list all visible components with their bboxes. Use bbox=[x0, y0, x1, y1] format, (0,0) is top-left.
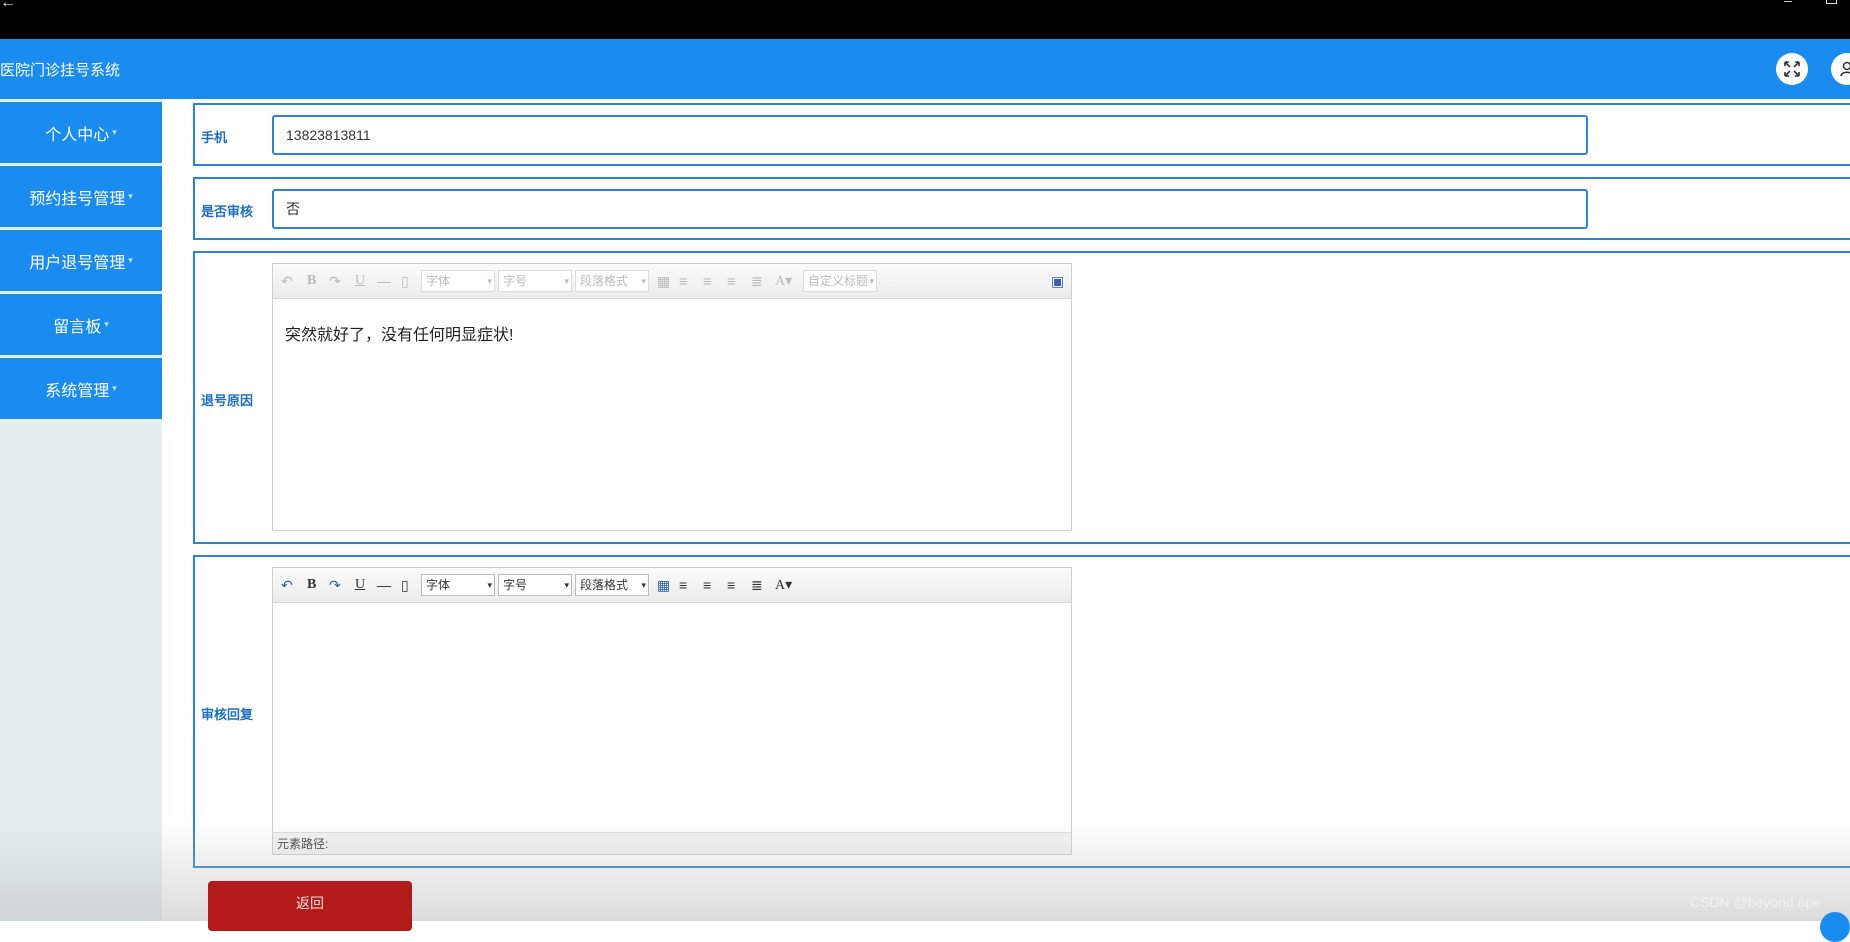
sidebar-item-appointment-management[interactable]: 预约挂号管理▾ bbox=[0, 166, 162, 227]
form-row-reviewed: 是否审核 否 bbox=[193, 177, 1850, 240]
reviewed-label: 是否审核 bbox=[201, 201, 253, 220]
form-row-reason: 退号原因 ↶ B ↷ U — ▯ 字体 字号 段落格式 ▦ ≡ ≡ ≡ ≣ A▾… bbox=[193, 251, 1850, 544]
align-center-icon[interactable]: ≡ bbox=[727, 273, 735, 289]
reply-editor[interactable]: ↶ B ↷ U — ▯ 字体 字号 段落格式 ▦ ≡ ≡ ≡ ≣ A▾ 元素路径… bbox=[272, 567, 1072, 855]
underline-icon[interactable]: U bbox=[355, 577, 365, 593]
reason-content[interactable]: 突然就好了，没有任何明显症状! bbox=[273, 299, 1071, 367]
paragraph-format-select[interactable]: 段落格式 bbox=[575, 270, 649, 292]
table-icon[interactable]: ▦ bbox=[657, 273, 670, 290]
window-title-bar: ← – bbox=[0, 0, 1850, 39]
reason-editor-toolbar: ↶ B ↷ U — ▯ 字体 字号 段落格式 ▦ ≡ ≡ ≡ ≣ A▾ 自定义标… bbox=[273, 264, 1071, 299]
phone-field[interactable]: 13823813811 bbox=[272, 115, 1588, 155]
caret-down-icon: ▾ bbox=[112, 127, 117, 138]
horizontal-rule-icon[interactable]: — bbox=[377, 273, 391, 289]
font-color-icon[interactable]: A▾ bbox=[775, 577, 792, 594]
form-row-reply: 审核回复 ↶ B ↷ U — ▯ 字体 字号 段落格式 ▦ ≡ ≡ ≡ ≣ A▾… bbox=[193, 555, 1850, 868]
back-arrow-icon[interactable]: ← bbox=[0, 0, 16, 12]
table-icon[interactable]: ▦ bbox=[657, 577, 670, 594]
font-color-icon[interactable]: A▾ bbox=[775, 273, 792, 290]
form-row-phone: 手机 13823813811 bbox=[193, 103, 1850, 166]
font-size-select[interactable]: 字号 bbox=[498, 270, 572, 292]
sidebar-item-label: 用户退号管理 bbox=[29, 249, 125, 273]
caret-down-icon: ▾ bbox=[104, 319, 109, 330]
align-center-icon[interactable]: ≡ bbox=[727, 577, 735, 593]
fullscreen-button[interactable] bbox=[1776, 53, 1808, 85]
floating-action-icon[interactable] bbox=[1820, 912, 1850, 942]
sidebar-item-label: 个人中心 bbox=[45, 121, 109, 145]
font-family-select[interactable]: 字体 bbox=[421, 270, 495, 292]
redo-icon[interactable]: ↷ bbox=[329, 273, 341, 290]
watermark: CSDN @beyond.ape bbox=[1690, 894, 1821, 910]
sidebar-item-personal-center[interactable]: 个人中心▾ bbox=[0, 102, 162, 163]
sidebar: 个人中心▾ 预约挂号管理▾ 用户退号管理▾ 留言板▾ 系统管理▾ bbox=[0, 99, 162, 921]
back-button[interactable]: 返回 bbox=[208, 881, 412, 931]
horizontal-rule-icon[interactable]: — bbox=[377, 577, 391, 593]
top-navbar: 医院门诊挂号系统 bbox=[0, 39, 1850, 99]
app-title: 医院门诊挂号系统 bbox=[0, 59, 120, 80]
underline-icon[interactable]: U bbox=[355, 273, 365, 289]
caret-down-icon: ▾ bbox=[128, 255, 133, 266]
element-path-bar: 元素路径: bbox=[273, 832, 1071, 854]
expand-icon bbox=[1783, 60, 1801, 78]
font-family-select[interactable]: 字体 bbox=[421, 574, 495, 596]
document-icon[interactable]: ▯ bbox=[401, 577, 409, 594]
undo-icon[interactable]: ↶ bbox=[281, 577, 293, 594]
paragraph-format-select[interactable]: 段落格式 bbox=[575, 574, 649, 596]
undo-icon[interactable]: ↶ bbox=[281, 273, 293, 290]
justify-icon[interactable]: ≣ bbox=[751, 273, 763, 290]
minimize-icon[interactable]: – bbox=[1784, 0, 1792, 8]
user-icon bbox=[1838, 60, 1850, 78]
sidebar-item-system-management[interactable]: 系统管理▾ bbox=[0, 358, 162, 419]
align-left-icon[interactable]: ≡ bbox=[679, 273, 687, 289]
sidebar-item-message-board[interactable]: 留言板▾ bbox=[0, 294, 162, 355]
redo-icon[interactable]: ↷ bbox=[329, 577, 341, 594]
align-right-icon[interactable]: ≡ bbox=[703, 273, 711, 289]
align-right-icon[interactable]: ≡ bbox=[703, 577, 711, 593]
justify-icon[interactable]: ≣ bbox=[751, 577, 763, 594]
custom-heading-select[interactable]: 自定义标题 bbox=[803, 270, 877, 292]
preview-icon[interactable]: ▣ bbox=[1051, 273, 1064, 290]
reviewed-field[interactable]: 否 bbox=[272, 189, 1588, 229]
bold-icon[interactable]: B bbox=[307, 577, 316, 593]
align-left-icon[interactable]: ≡ bbox=[679, 577, 687, 593]
document-icon[interactable]: ▯ bbox=[401, 273, 409, 290]
reply-editor-toolbar: ↶ B ↷ U — ▯ 字体 字号 段落格式 ▦ ≡ ≡ ≡ ≣ A▾ bbox=[273, 568, 1071, 603]
sidebar-item-label: 留言板 bbox=[53, 313, 101, 337]
reply-label: 审核回复 bbox=[201, 704, 253, 723]
sidebar-item-cancellation-management[interactable]: 用户退号管理▾ bbox=[0, 230, 162, 291]
maximize-icon[interactable] bbox=[1826, 0, 1837, 4]
font-size-select[interactable]: 字号 bbox=[498, 574, 572, 596]
caret-down-icon: ▾ bbox=[128, 191, 133, 202]
phone-label: 手机 bbox=[201, 127, 227, 146]
reason-editor[interactable]: ↶ B ↷ U — ▯ 字体 字号 段落格式 ▦ ≡ ≡ ≡ ≣ A▾ 自定义标… bbox=[272, 263, 1072, 531]
bold-icon[interactable]: B bbox=[307, 273, 316, 289]
sidebar-item-label: 预约挂号管理 bbox=[29, 185, 125, 209]
user-menu-button[interactable] bbox=[1831, 53, 1850, 85]
reason-label: 退号原因 bbox=[201, 390, 253, 409]
sidebar-item-label: 系统管理 bbox=[45, 377, 109, 401]
reply-content[interactable] bbox=[273, 603, 1071, 647]
caret-down-icon: ▾ bbox=[112, 383, 117, 394]
